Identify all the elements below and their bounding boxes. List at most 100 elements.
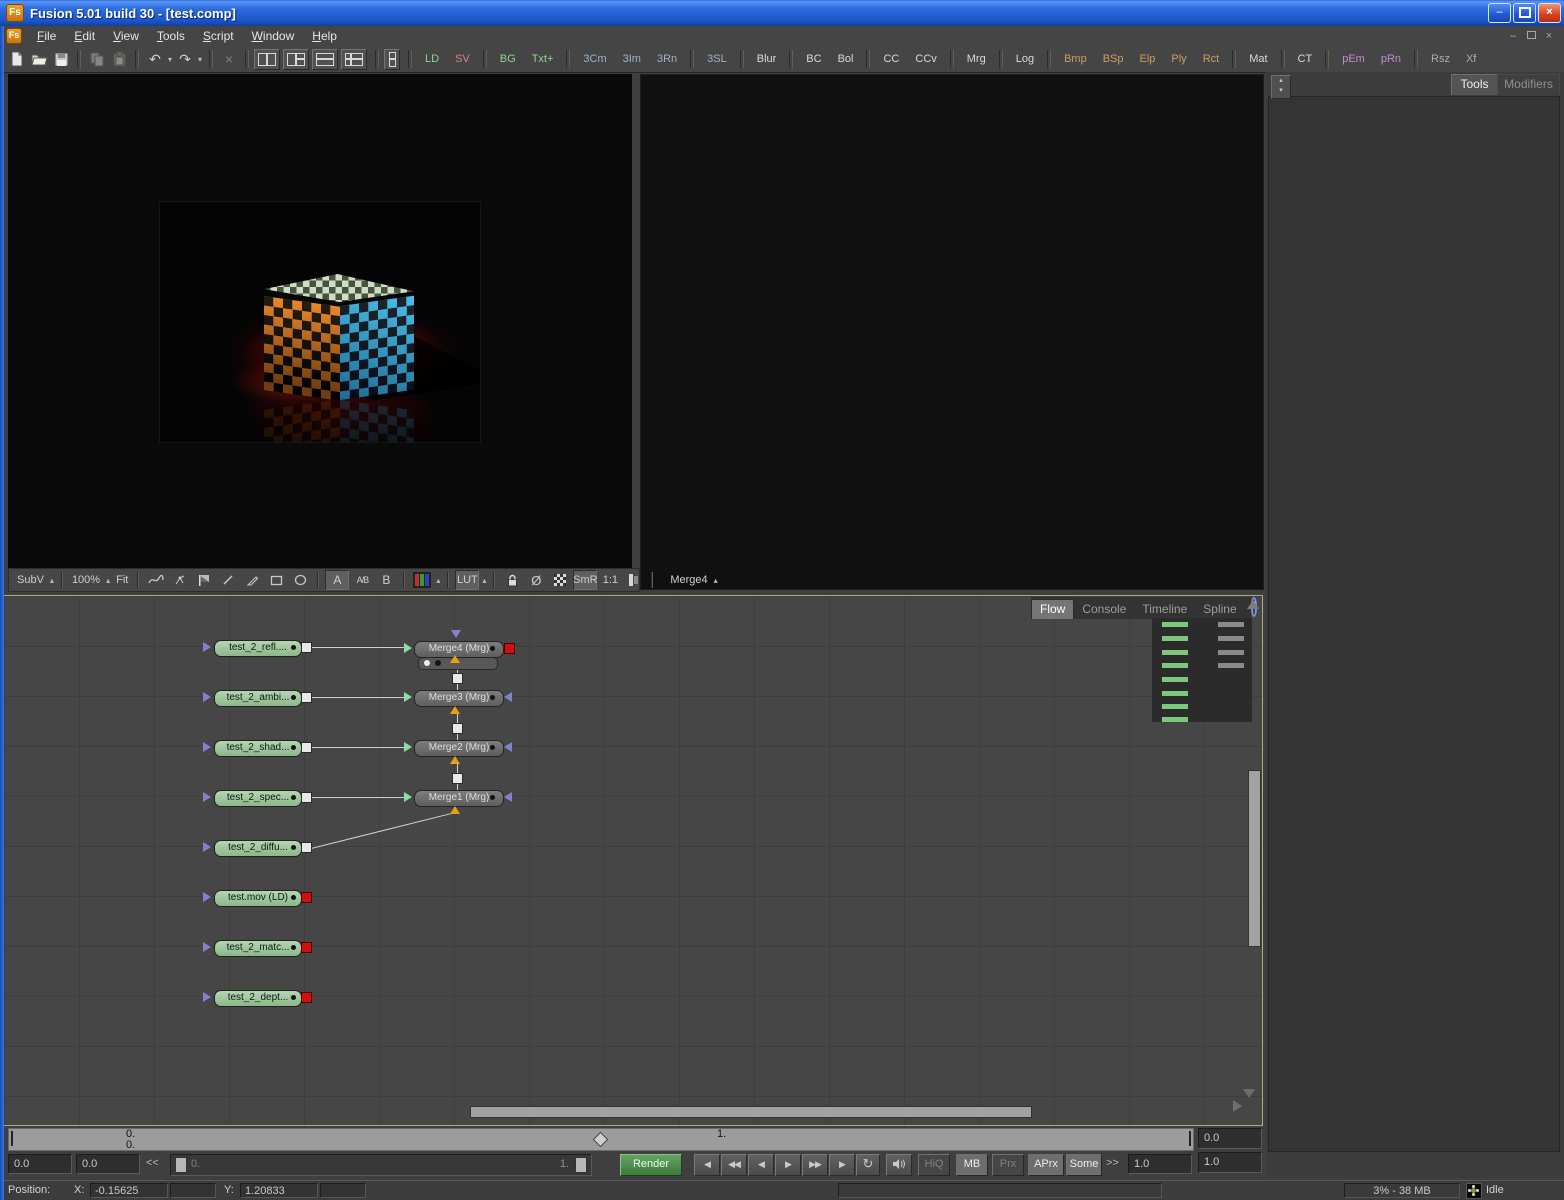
menu-edit[interactable]: Edit: [65, 27, 104, 46]
one-to-one-button[interactable]: 1:1: [599, 571, 621, 589]
viewed-tool-selector[interactable]: Merge4: [666, 570, 711, 590]
step-field[interactable]: 1.0: [1128, 1154, 1192, 1174]
paint-tool-button[interactable]: [241, 571, 263, 589]
tab-spline[interactable]: Spline: [1195, 600, 1244, 619]
node-input-connector[interactable]: [203, 692, 211, 702]
mask-input-connector[interactable]: [451, 630, 461, 638]
flow-view[interactable]: [3, 595, 1263, 1126]
node-render-indicator[interactable]: [504, 643, 515, 654]
merge-fg-input[interactable]: [450, 756, 460, 764]
goto-start-button[interactable]: ◀: [694, 1154, 720, 1176]
layout-1-button[interactable]: [254, 49, 280, 70]
menu-tools[interactable]: Tools: [148, 27, 194, 46]
menu-window[interactable]: Window: [243, 27, 304, 46]
tab-flow[interactable]: Flow: [1031, 599, 1074, 619]
node-test-2-shad[interactable]: test_2_shad...: [214, 740, 302, 757]
tool-background-button[interactable]: BG: [492, 49, 524, 69]
render-button[interactable]: Render: [620, 1154, 682, 1176]
tool-resize-button[interactable]: Rsz: [1423, 49, 1458, 69]
zoom-level-button[interactable]: 100%: [68, 570, 104, 590]
fit-button[interactable]: Fit: [112, 570, 132, 590]
merge-bg-input[interactable]: [404, 643, 412, 653]
node-output-dot[interactable]: [291, 845, 296, 850]
line-tool-button[interactable]: [217, 571, 239, 589]
right-view-dot[interactable]: [435, 660, 441, 666]
merge-fg-input[interactable]: [450, 806, 460, 814]
tool-text-button[interactable]: Txt+: [524, 49, 562, 69]
shrink-range-button[interactable]: <<: [146, 1157, 159, 1169]
node-test-2-dept[interactable]: test_2_dept...: [214, 990, 302, 1007]
tool-loader-button[interactable]: LD: [417, 49, 447, 69]
menu-view[interactable]: View: [104, 27, 148, 46]
node-input-connector[interactable]: [203, 742, 211, 752]
mdi-minimize-button[interactable]: –: [1504, 27, 1522, 45]
merge-aux-connector[interactable]: [504, 692, 512, 702]
ellipse-tool-button[interactable]: [289, 571, 311, 589]
tool-colorcorrect-button[interactable]: CC: [875, 49, 907, 69]
time-ruler[interactable]: 0. 0. 1.: [8, 1128, 1194, 1151]
tool-transform-button[interactable]: Xf: [1458, 49, 1484, 69]
checker-underlay-button[interactable]: [549, 571, 571, 589]
tool-3d-render-button[interactable]: 3Rn: [649, 49, 685, 69]
normalize-button[interactable]: [623, 571, 645, 589]
node-input-connector[interactable]: [203, 642, 211, 652]
ruler-right-field[interactable]: 0.0: [1198, 1128, 1262, 1149]
wire-knot[interactable]: [452, 673, 463, 684]
viewer-left[interactable]: [8, 74, 632, 568]
fast-reverse-button[interactable]: ◀◀: [721, 1154, 747, 1176]
tool-blur-button[interactable]: Blur: [749, 49, 785, 69]
node-input-connector[interactable]: [203, 942, 211, 952]
bspline-tool-button[interactable]: [169, 571, 191, 589]
node-output-dot[interactable]: [490, 695, 495, 700]
tool-3d-spotlight-button[interactable]: 3SL: [699, 49, 735, 69]
tab-console[interactable]: Console: [1074, 600, 1134, 619]
panel-toggle-button[interactable]: [384, 49, 400, 70]
subview-button[interactable]: SubV: [13, 570, 48, 590]
tool-3d-image-button[interactable]: 3Im: [615, 49, 649, 69]
redo-button[interactable]: ↷: [174, 49, 196, 69]
range-slider[interactable]: 0. 1.: [170, 1154, 592, 1176]
tool-pemitter-button[interactable]: pEm: [1334, 49, 1373, 69]
hiq-toggle[interactable]: HiQ: [918, 1154, 950, 1176]
range-end-field[interactable]: 0.0: [76, 1154, 140, 1174]
undo-dropdown[interactable]: ▾: [166, 55, 174, 64]
horizontal-scrollbar-thumb[interactable]: [470, 1106, 1032, 1118]
node-output-dot[interactable]: [291, 995, 296, 1000]
merge-bg-input[interactable]: [404, 792, 412, 802]
tool-ellipse-button[interactable]: Elp: [1132, 49, 1164, 69]
close-button[interactable]: ×: [1538, 3, 1561, 23]
play-forward-button[interactable]: ▶: [775, 1154, 801, 1176]
delete-button[interactable]: ×: [218, 49, 240, 69]
tool-3d-camera-button[interactable]: 3Cm: [575, 49, 614, 69]
lut-button[interactable]: LUT: [455, 570, 479, 590]
scroll-up-arrow[interactable]: [1247, 600, 1259, 609]
channel-select-button[interactable]: [411, 571, 433, 589]
node-input-connector[interactable]: [203, 842, 211, 852]
tool-brightness-button[interactable]: BC: [798, 49, 829, 69]
node-output-dot[interactable]: [490, 795, 495, 800]
node-output-dot[interactable]: [291, 895, 296, 900]
zoom-dropdown[interactable]: ▴: [104, 576, 112, 585]
node-test-2-spec[interactable]: test_2_spec...: [214, 790, 302, 807]
save-comp-button[interactable]: [50, 49, 72, 69]
rectangle-tool-button[interactable]: [265, 571, 287, 589]
node-test-2-matc[interactable]: test_2_matc...: [214, 940, 302, 957]
merge-fg-input[interactable]: [450, 706, 460, 714]
view-b-button[interactable]: B: [375, 571, 397, 589]
tool-rectangle-button[interactable]: Rct: [1195, 49, 1228, 69]
range-slider-right-handle[interactable]: [575, 1157, 587, 1173]
tool-boolean-button[interactable]: Bol: [830, 49, 862, 69]
tool-colorcurves-button[interactable]: CCv: [907, 49, 944, 69]
tool-bspline-button[interactable]: BSp: [1095, 49, 1132, 69]
channel-dropdown[interactable]: ▴: [434, 576, 442, 585]
layout-4-button[interactable]: [341, 49, 367, 70]
node-output-connector[interactable]: [301, 742, 312, 753]
scroll-down-arrow[interactable]: [1243, 1089, 1255, 1098]
paste-button[interactable]: [108, 49, 130, 69]
mdi-restore-button[interactable]: [1522, 27, 1540, 45]
play-reverse-button[interactable]: ◀: [748, 1154, 774, 1176]
minimize-button[interactable]: –: [1488, 3, 1511, 23]
some-toggle[interactable]: Some: [1066, 1154, 1102, 1176]
lock-button[interactable]: [501, 571, 523, 589]
node-output-dot[interactable]: [291, 645, 296, 650]
